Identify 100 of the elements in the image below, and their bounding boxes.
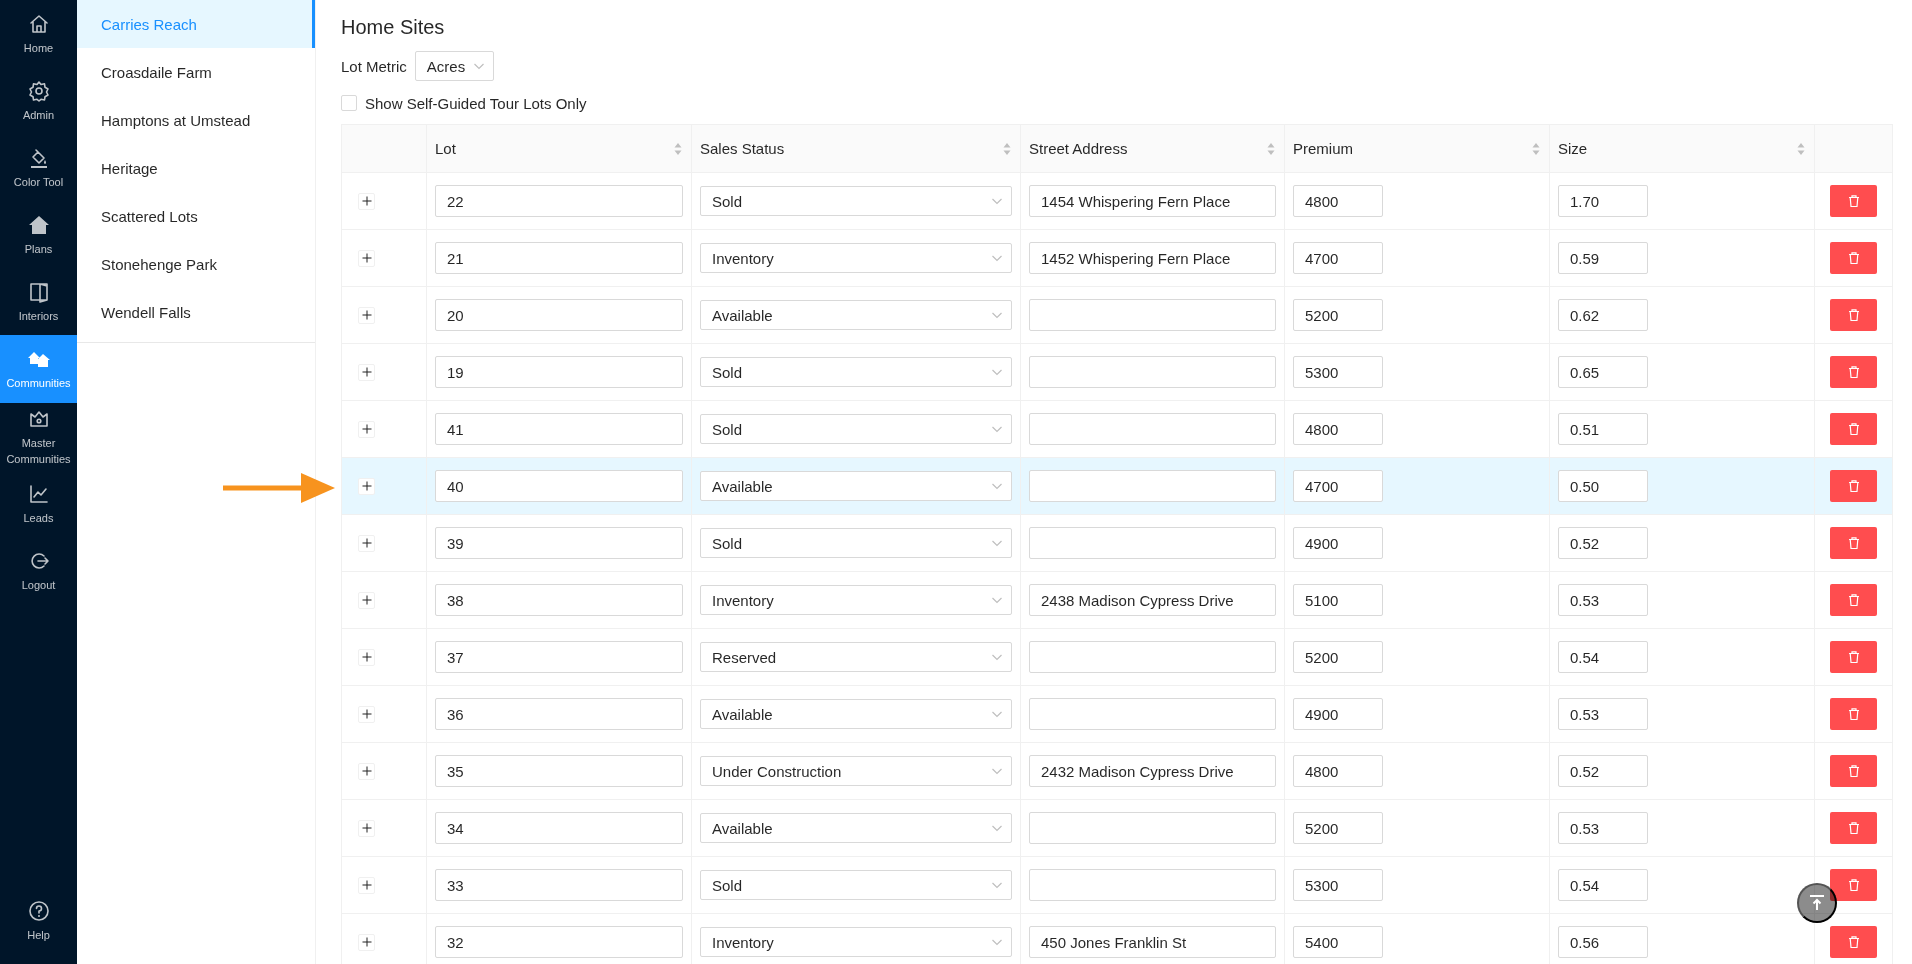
sort-icon[interactable] <box>673 141 683 156</box>
address-input[interactable] <box>1029 356 1276 388</box>
size-input[interactable]: 0.53 <box>1558 584 1648 616</box>
size-input[interactable]: 0.50 <box>1558 470 1648 502</box>
premium-input[interactable]: 5300 <box>1293 869 1383 901</box>
size-input[interactable]: 0.53 <box>1558 812 1648 844</box>
back-to-top-button[interactable] <box>1797 883 1837 923</box>
community-item[interactable]: Heritage <box>77 144 315 192</box>
table-row[interactable]: 37 Reserved 5200 0.54 <box>341 628 1893 686</box>
table-row[interactable]: 41 Sold 4800 0.51 <box>341 400 1893 458</box>
nav-item[interactable]: Color Tool <box>0 134 77 201</box>
help-item[interactable]: Help <box>0 887 77 954</box>
lot-input[interactable]: 36 <box>435 698 683 730</box>
expand-button[interactable] <box>358 648 375 666</box>
status-select[interactable]: Inventory <box>700 927 1012 957</box>
premium-input[interactable]: 4800 <box>1293 755 1383 787</box>
expand-button[interactable] <box>358 249 375 267</box>
address-input[interactable]: 2432 Madison Cypress Drive <box>1029 755 1276 787</box>
premium-input[interactable]: 5200 <box>1293 812 1383 844</box>
status-select[interactable]: Available <box>700 300 1012 330</box>
expand-button[interactable] <box>358 192 375 210</box>
table-row[interactable]: 40 Available 4700 0.50 <box>341 457 1893 515</box>
address-input[interactable]: 450 Jones Franklin St <box>1029 926 1276 958</box>
sort-icon[interactable] <box>1002 141 1012 156</box>
column-header[interactable]: Sales Status <box>700 140 785 157</box>
table-row[interactable]: 36 Available 4900 0.53 <box>341 685 1893 743</box>
lot-input[interactable]: 32 <box>435 926 683 958</box>
address-input[interactable] <box>1029 527 1276 559</box>
sort-icon[interactable] <box>1531 141 1541 156</box>
premium-input[interactable]: 5200 <box>1293 641 1383 673</box>
status-select[interactable]: Available <box>700 471 1012 501</box>
lot-input[interactable]: 33 <box>435 869 683 901</box>
size-input[interactable]: 0.62 <box>1558 299 1648 331</box>
size-input[interactable]: 0.65 <box>1558 356 1648 388</box>
status-select[interactable]: Sold <box>700 186 1012 216</box>
status-select[interactable]: Available <box>700 699 1012 729</box>
status-select[interactable]: Under Construction <box>700 756 1012 786</box>
lot-input[interactable]: 41 <box>435 413 683 445</box>
lot-input[interactable]: 22 <box>435 185 683 217</box>
status-select[interactable]: Available <box>700 813 1012 843</box>
premium-input[interactable]: 5400 <box>1293 926 1383 958</box>
nav-item[interactable]: Interiors <box>0 268 77 335</box>
size-input[interactable]: 1.70 <box>1558 185 1648 217</box>
premium-input[interactable]: 5300 <box>1293 356 1383 388</box>
size-input[interactable]: 0.54 <box>1558 641 1648 673</box>
size-input[interactable]: 0.51 <box>1558 413 1648 445</box>
expand-button[interactable] <box>358 705 375 723</box>
size-input[interactable]: 0.52 <box>1558 527 1648 559</box>
expand-button[interactable] <box>358 420 375 438</box>
nav-item[interactable]: Leads <box>0 470 77 537</box>
address-input[interactable] <box>1029 812 1276 844</box>
expand-button[interactable] <box>358 591 375 609</box>
premium-input[interactable]: 5200 <box>1293 299 1383 331</box>
address-input[interactable] <box>1029 299 1276 331</box>
lot-input[interactable]: 37 <box>435 641 683 673</box>
column-header[interactable]: Lot <box>435 140 456 157</box>
status-select[interactable]: Sold <box>700 870 1012 900</box>
table-row[interactable]: 35 Under Construction 2432 Madison Cypress Drive 4800 0.52 <box>341 742 1893 800</box>
lot-input[interactable]: 35 <box>435 755 683 787</box>
community-item[interactable]: Scattered Lots <box>77 192 315 240</box>
premium-input[interactable]: 4900 <box>1293 527 1383 559</box>
size-input[interactable]: 0.52 <box>1558 755 1648 787</box>
address-input[interactable] <box>1029 698 1276 730</box>
expand-button[interactable] <box>358 876 375 894</box>
address-input[interactable]: 2438 Madison Cypress Drive <box>1029 584 1276 616</box>
nav-item[interactable]: Logout <box>0 537 77 604</box>
premium-input[interactable]: 4700 <box>1293 470 1383 502</box>
table-row[interactable]: 19 Sold 5300 0.65 <box>341 343 1893 401</box>
expand-button[interactable] <box>358 363 375 381</box>
expand-button[interactable] <box>358 534 375 552</box>
community-item[interactable]: Stonehenge Park <box>77 240 315 288</box>
table-row[interactable]: 22 Sold 1454 Whispering Fern Place 4800 1.70 <box>341 172 1893 230</box>
premium-input[interactable]: 4800 <box>1293 185 1383 217</box>
lot-input[interactable]: 21 <box>435 242 683 274</box>
address-input[interactable] <box>1029 869 1276 901</box>
table-row[interactable]: 39 Sold 4900 0.52 <box>341 514 1893 572</box>
expand-button[interactable] <box>358 762 375 780</box>
table-row[interactable]: 32 Inventory 450 Jones Franklin St 5400 0.56 <box>341 913 1893 964</box>
address-input[interactable] <box>1029 641 1276 673</box>
lot-metric-select[interactable]: Acres <box>414 51 495 81</box>
nav-item[interactable]: Home <box>0 0 77 67</box>
table-row[interactable]: 33 Sold 5300 0.54 <box>341 856 1893 914</box>
premium-input[interactable]: 5100 <box>1293 584 1383 616</box>
premium-input[interactable]: 4800 <box>1293 413 1383 445</box>
table-row[interactable]: 38 Inventory 2438 Madison Cypress Drive 5100 0.53 <box>341 571 1893 629</box>
community-item[interactable]: Wendell Falls <box>77 288 315 336</box>
status-select[interactable]: Sold <box>700 528 1012 558</box>
size-input[interactable]: 0.53 <box>1558 698 1648 730</box>
status-select[interactable]: Sold <box>700 357 1012 387</box>
lot-input[interactable]: 40 <box>435 470 683 502</box>
status-select[interactable]: Sold <box>700 414 1012 444</box>
lot-input[interactable]: 20 <box>435 299 683 331</box>
premium-input[interactable]: 4900 <box>1293 698 1383 730</box>
lot-input[interactable]: 19 <box>435 356 683 388</box>
address-input[interactable]: 1454 Whispering Fern Place <box>1029 185 1276 217</box>
community-item[interactable]: Hamptons at Umstead <box>77 96 315 144</box>
premium-input[interactable]: 4700 <box>1293 242 1383 274</box>
address-input[interactable] <box>1029 413 1276 445</box>
expand-button[interactable] <box>358 306 375 324</box>
lot-input[interactable]: 34 <box>435 812 683 844</box>
